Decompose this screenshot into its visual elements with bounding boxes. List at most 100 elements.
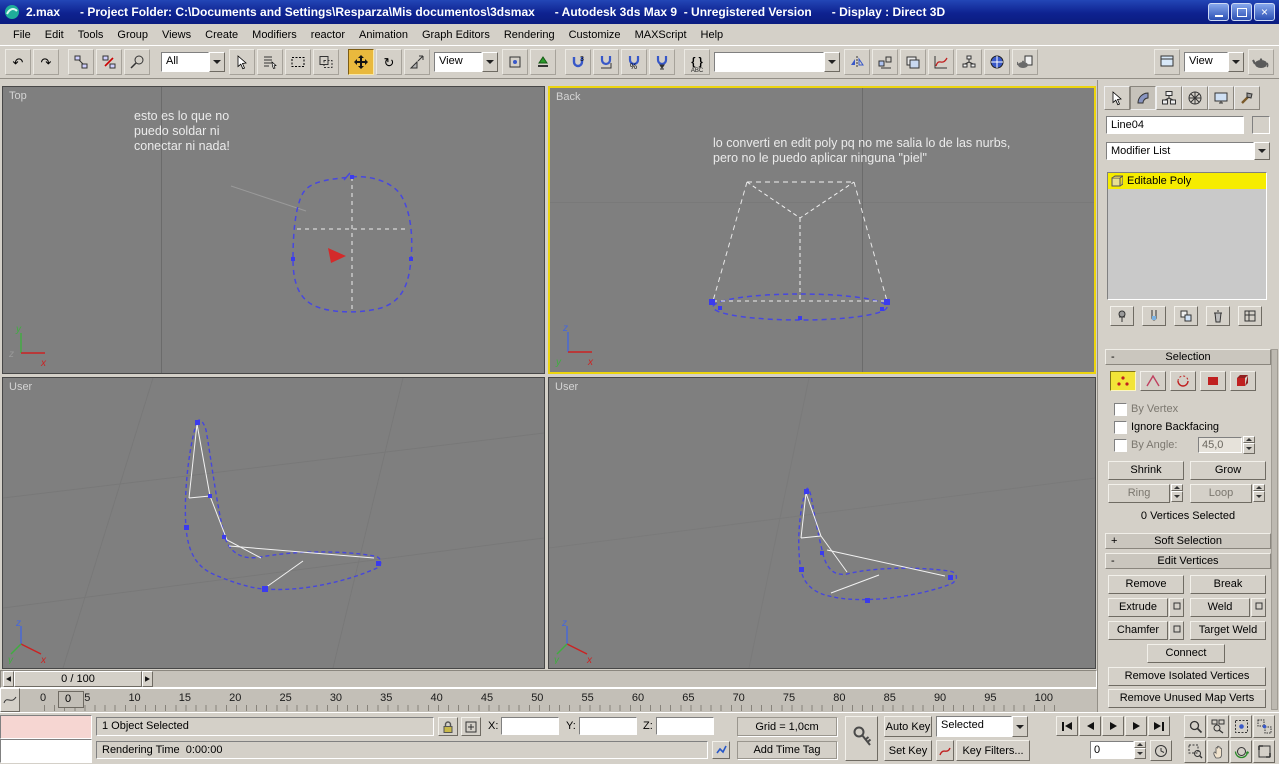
viewport-back[interactable]: Back lo converti en edit poly pq no me s…: [548, 86, 1096, 374]
target-weld-button[interactable]: Target Weld: [1190, 621, 1266, 640]
time-slider-handle[interactable]: 0 / 100: [14, 671, 142, 687]
current-frame-input[interactable]: 0: [1090, 741, 1134, 759]
open-mini-curve-editor-button[interactable]: [0, 688, 20, 712]
viewport-user-left[interactable]: User z y x: [2, 377, 545, 669]
configure-modifier-sets-button[interactable]: [1238, 306, 1262, 326]
macro-recorder-pane[interactable]: [0, 715, 92, 739]
select-and-move-button[interactable]: [348, 49, 374, 75]
menu-tools[interactable]: Tools: [71, 26, 111, 44]
y-coord-input[interactable]: [579, 717, 637, 735]
time-slider[interactable]: 0 / 100: [0, 670, 1097, 688]
show-end-result-button[interactable]: [1142, 306, 1166, 326]
schematic-view-button[interactable]: [956, 49, 982, 75]
zoom-region-button[interactable]: [1184, 740, 1206, 763]
play-button[interactable]: [1102, 716, 1124, 736]
select-object-button[interactable]: [229, 49, 255, 75]
x-coord-input[interactable]: [501, 717, 559, 735]
rollout-edit-vertices[interactable]: - Edit Vertices: [1105, 553, 1271, 569]
menu-group[interactable]: Group: [110, 26, 155, 44]
dropdown-arrow-icon[interactable]: [824, 52, 840, 72]
dropdown-arrow-icon[interactable]: [482, 52, 498, 72]
remove-isolated-vertices-button[interactable]: Remove Isolated Vertices: [1108, 667, 1266, 686]
by-vertex-checkbox[interactable]: [1114, 403, 1127, 416]
time-step-forward-button[interactable]: [142, 671, 153, 687]
select-by-name-button[interactable]: [257, 49, 283, 75]
viewport-user-left-label[interactable]: User: [9, 381, 32, 393]
tab-create[interactable]: [1104, 86, 1130, 110]
unlink-button[interactable]: [96, 49, 122, 75]
select-and-scale-button[interactable]: [404, 49, 430, 75]
ring-button[interactable]: Ring: [1108, 484, 1170, 503]
minimize-button[interactable]: [1208, 3, 1229, 21]
tab-hierarchy[interactable]: [1156, 86, 1182, 110]
frame-spinner[interactable]: [1134, 741, 1146, 759]
layer-manager-button[interactable]: [900, 49, 926, 75]
connect-button[interactable]: Connect: [1147, 644, 1225, 663]
set-key-big-button[interactable]: [845, 716, 878, 761]
restore-button[interactable]: [1231, 3, 1252, 21]
loop-spinner[interactable]: [1253, 484, 1265, 502]
weld-settings-button[interactable]: [1251, 598, 1266, 617]
material-editor-button[interactable]: [984, 49, 1010, 75]
tab-motion[interactable]: [1182, 86, 1208, 110]
z-coord-input[interactable]: [656, 717, 714, 735]
arc-rotate-button[interactable]: [1230, 740, 1252, 763]
menu-animation[interactable]: Animation: [352, 26, 415, 44]
extrude-settings-button[interactable]: [1169, 598, 1184, 617]
default-tangent-button[interactable]: [936, 740, 954, 761]
undo-button[interactable]: ↶: [5, 49, 31, 75]
next-frame-button[interactable]: [1125, 716, 1147, 736]
percent-snap-button[interactable]: %: [621, 49, 647, 75]
stack-item-editable-poly[interactable]: Editable Poly: [1108, 173, 1266, 189]
go-to-end-button[interactable]: [1148, 716, 1170, 736]
viewport-back-label[interactable]: Back: [556, 91, 580, 103]
tab-modify[interactable]: [1130, 86, 1156, 110]
menu-maxscript[interactable]: MAXScript: [628, 26, 694, 44]
ignore-backfacing-checkbox[interactable]: [1114, 421, 1127, 434]
dropdown-arrow-icon[interactable]: [1228, 52, 1244, 72]
modifier-list-arrow-icon[interactable]: [1254, 142, 1270, 160]
remove-button[interactable]: Remove: [1108, 575, 1184, 594]
by-angle-spinner[interactable]: [1243, 436, 1255, 454]
rendered-frame-window-button[interactable]: [1154, 49, 1180, 75]
edit-named-selections-button[interactable]: { } ABC: [684, 49, 710, 75]
track-bar[interactable]: 0 5 10 15 20 25 30 35 40 45 50 55 60 65 70 75 80 85 …: [20, 688, 1097, 712]
render-preset-dropdown[interactable]: View: [1184, 52, 1244, 72]
viewport-user-right-label[interactable]: User: [555, 381, 578, 393]
previous-frame-button[interactable]: [1079, 716, 1101, 736]
time-configuration-button[interactable]: [1150, 740, 1172, 761]
modifier-list-dropdown[interactable]: Modifier List: [1106, 142, 1254, 160]
menu-help[interactable]: Help: [694, 26, 731, 44]
tab-utilities[interactable]: [1234, 86, 1260, 110]
selection-lock-button[interactable]: [438, 717, 458, 736]
zoom-all-button[interactable]: [1207, 715, 1229, 738]
select-and-link-button[interactable]: [68, 49, 94, 75]
render-setup-button[interactable]: [1012, 49, 1038, 75]
rollout-soft-selection[interactable]: + Soft Selection: [1105, 533, 1271, 549]
make-unique-button[interactable]: [1174, 306, 1198, 326]
zoom-extents-all-button[interactable]: [1253, 715, 1275, 738]
bind-to-space-warp-button[interactable]: [124, 49, 150, 75]
current-frame-marker[interactable]: 0: [58, 691, 84, 708]
tab-display[interactable]: [1208, 86, 1234, 110]
viewport-top[interactable]: Top esto es lo que no puedo soldar ni co…: [2, 86, 545, 374]
object-color-swatch[interactable]: [1252, 116, 1270, 134]
reference-coordinate-dropdown[interactable]: View: [434, 52, 498, 72]
pan-button[interactable]: [1207, 740, 1229, 763]
curve-editor-button[interactable]: [928, 49, 954, 75]
zoom-extents-button[interactable]: [1230, 715, 1252, 738]
redo-button[interactable]: ↷: [33, 49, 59, 75]
time-step-back-button[interactable]: [3, 671, 14, 687]
loop-button[interactable]: Loop: [1190, 484, 1252, 503]
break-button[interactable]: Break: [1190, 575, 1266, 594]
polygon-mode-button[interactable]: [1200, 371, 1226, 391]
mirror-button[interactable]: [844, 49, 870, 75]
dropdown-arrow-icon[interactable]: [209, 52, 225, 72]
spinner-snap-button[interactable]: [649, 49, 675, 75]
menu-file[interactable]: File: [6, 26, 38, 44]
select-and-rotate-button[interactable]: ↻: [376, 49, 402, 75]
modifier-stack[interactable]: Editable Poly: [1107, 172, 1267, 300]
use-pivot-center-button[interactable]: [502, 49, 528, 75]
border-mode-button[interactable]: [1170, 371, 1196, 391]
quick-render-button[interactable]: [1248, 49, 1274, 75]
